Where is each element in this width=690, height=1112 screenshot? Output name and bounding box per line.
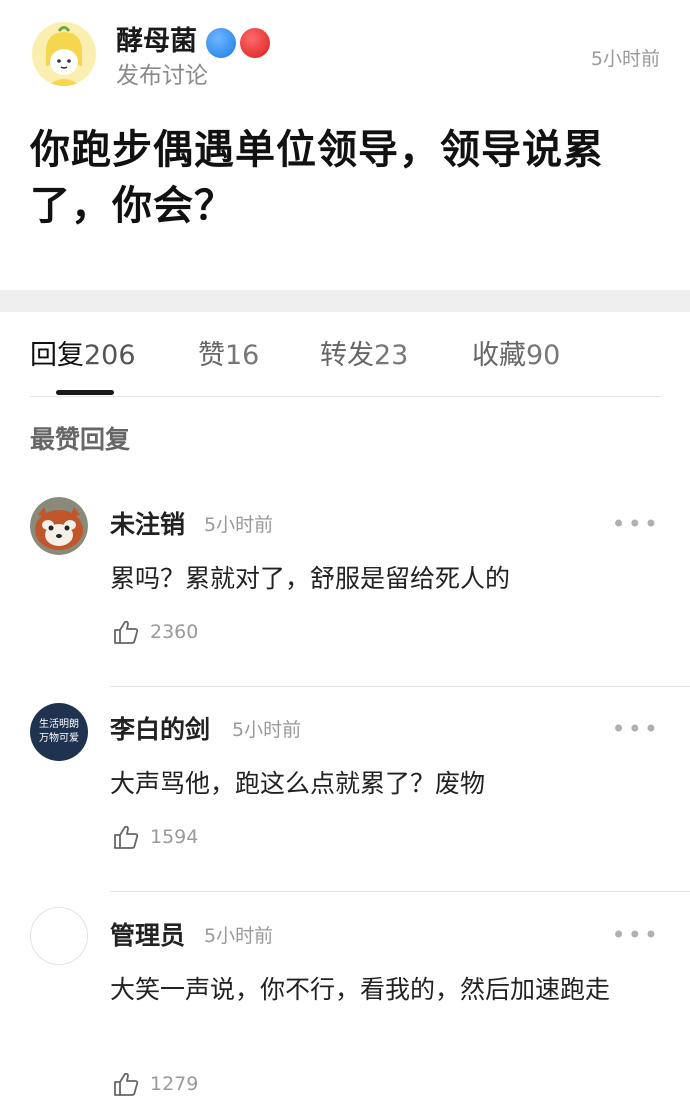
tab-label: 回复 (30, 340, 84, 371)
comment-divider (110, 686, 690, 687)
avatar-text-line: 生活明朗 (39, 719, 79, 730)
tab-replies[interactable]: 回复206 (30, 336, 136, 376)
tabs-divider (30, 396, 662, 397)
comment-time: 5小时前 (204, 925, 274, 947)
more-options-icon[interactable]: ••• (612, 923, 660, 947)
section-title: 最赞回复 (30, 425, 131, 454)
red-badge-icon (240, 28, 270, 58)
thumbs-up-icon[interactable] (112, 1070, 140, 1098)
tab-label: 收藏 (472, 340, 526, 371)
comment-text: 累吗？累就对了，舒服是留给死人的 (110, 564, 511, 593)
thumbs-up-icon[interactable] (112, 618, 140, 646)
post-action: 发布讨论 (116, 63, 208, 89)
comment-time: 5小时前 (232, 719, 302, 741)
tab-count: 90 (526, 340, 561, 371)
like-count: 1279 (150, 1073, 199, 1095)
more-options-icon[interactable]: ••• (612, 717, 660, 741)
avatar-text-line: 万物可爱 (39, 733, 79, 744)
like-count: 1594 (150, 826, 199, 848)
section-divider (0, 290, 690, 312)
tab-favorites[interactable]: 收藏90 (472, 336, 560, 376)
tab-reposts[interactable]: 转发23 (320, 336, 408, 376)
more-options-icon[interactable]: ••• (612, 512, 660, 536)
tab-count: 16 (225, 340, 260, 371)
post-time: 5小时前 (590, 48, 660, 70)
comment-divider (110, 891, 690, 892)
tab-count: 206 (84, 340, 136, 371)
post-title: 你跑步偶遇单位领导，领导说累了，你会？ (30, 127, 604, 229)
tab-label: 赞 (198, 340, 225, 371)
red-panda-avatar-icon (30, 497, 88, 555)
text-avatar-icon: 生活明朗 万物可爱 (30, 703, 88, 761)
comment-text: 大笑一声说，你不行，看我的，然后加速跑走 (110, 975, 611, 1004)
tab-likes[interactable]: 赞16 (198, 336, 259, 376)
tab-count: 23 (374, 340, 409, 371)
commenter-avatar[interactable]: 生活明朗 万物可爱 (30, 703, 88, 761)
comment-time: 5小时前 (204, 514, 274, 536)
active-tab-indicator (56, 390, 114, 395)
blank-avatar-icon[interactable] (30, 907, 88, 965)
like-count: 2360 (150, 621, 199, 643)
tab-label: 转发 (320, 340, 374, 371)
commenter-name[interactable]: 未注销 (110, 507, 185, 543)
poster-name[interactable]: 酵母菌 (116, 22, 197, 62)
poster-avatar[interactable] (32, 22, 96, 86)
thumbs-up-icon[interactable] (112, 823, 140, 851)
verified-blue-badge-icon (206, 28, 236, 58)
commenter-name[interactable]: 管理员 (110, 918, 185, 954)
cartoon-avatar-icon (32, 22, 96, 86)
comment-text: 大声骂他，跑这么点就累了？废物 (110, 769, 486, 798)
commenter-avatar[interactable] (30, 497, 88, 555)
commenter-name[interactable]: 李白的剑 (110, 712, 210, 748)
